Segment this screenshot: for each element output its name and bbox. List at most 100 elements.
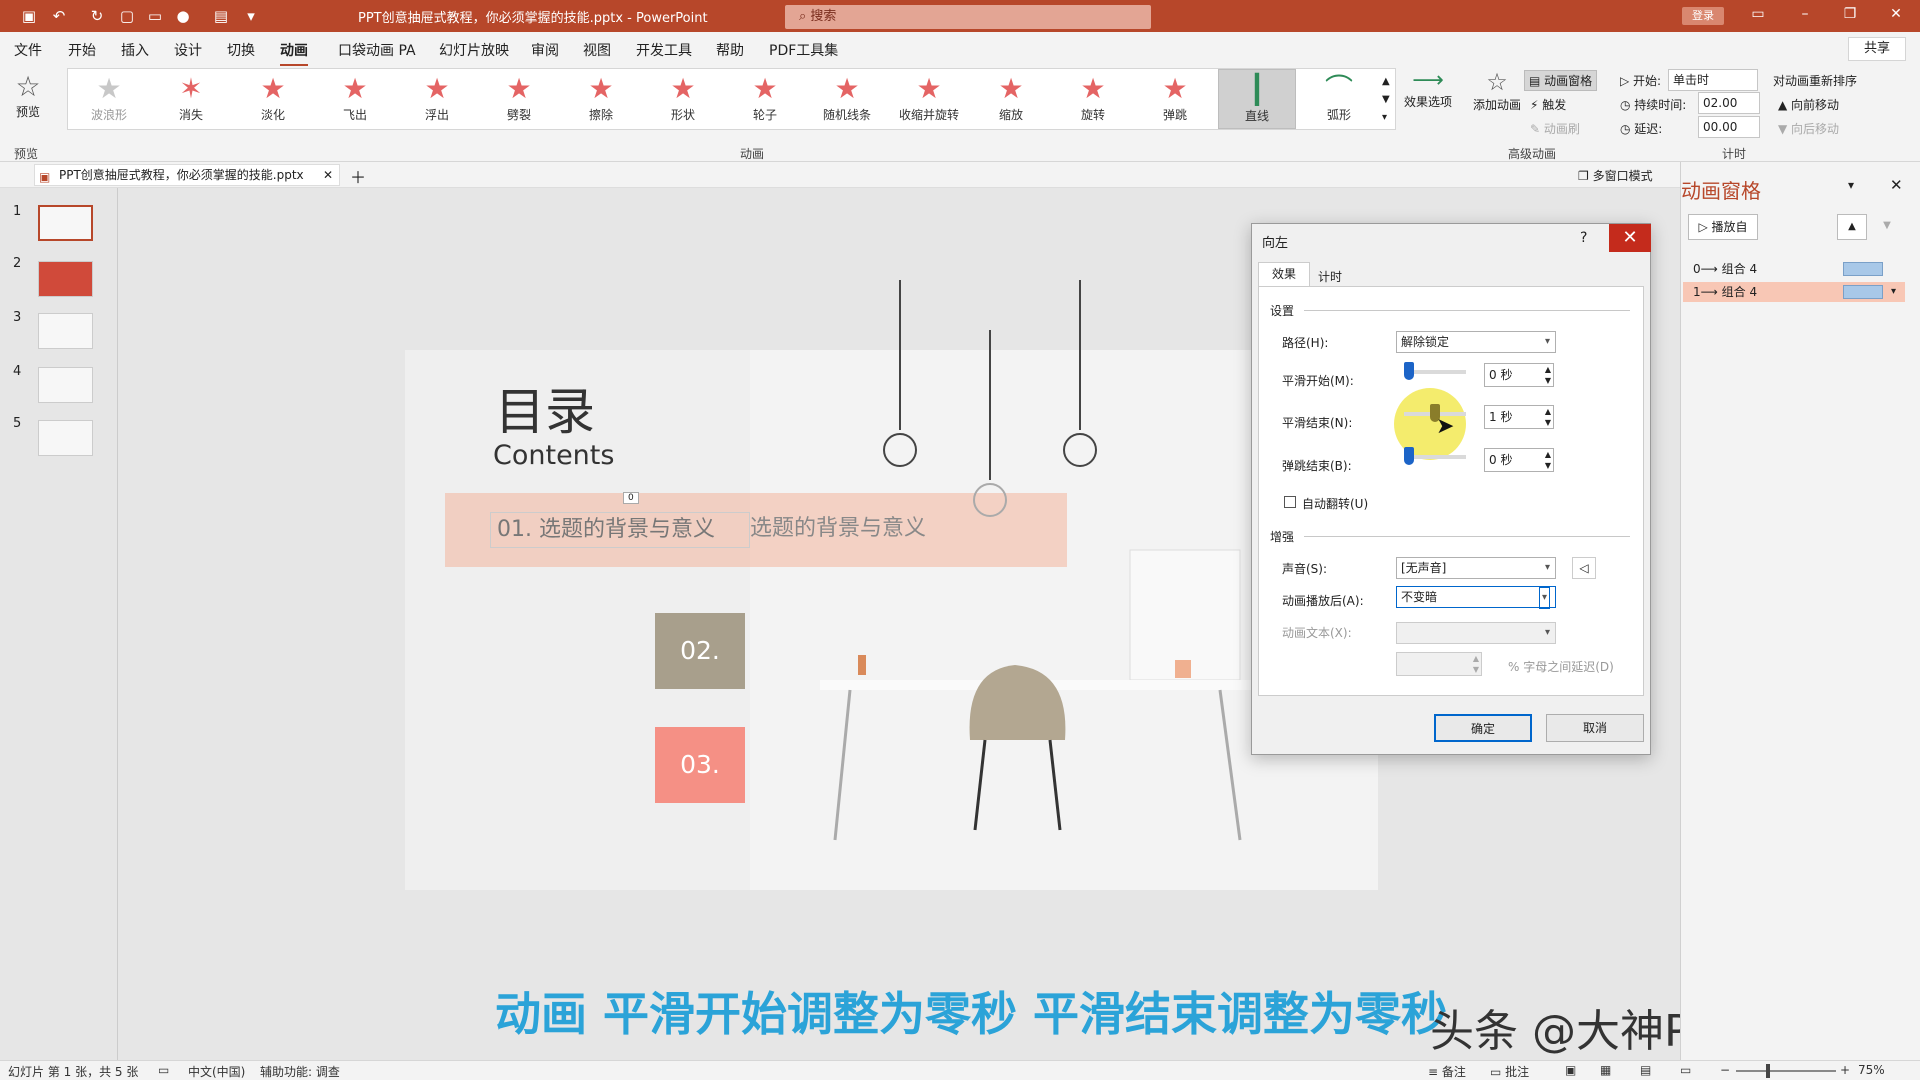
spell-check-icon[interactable]: ▭ <box>158 1063 169 1077</box>
add-animation-button[interactable]: ☆ 添加动画 <box>1472 68 1522 113</box>
effect-split[interactable]: ★ 劈裂 <box>480 69 558 129</box>
trigger-button[interactable]: ⚡ 触发 <box>1530 96 1566 113</box>
pane-close-icon[interactable]: ✕ <box>1890 176 1903 194</box>
ribbon-display-icon[interactable]: ▭ <box>1748 6 1768 22</box>
spinner-icon[interactable]: ▲ ▼ <box>1545 449 1551 471</box>
effect-line[interactable]: ┃ 直线 <box>1218 69 1296 129</box>
smooth-end-input[interactable]: 1 秒 ▲ ▼ <box>1484 405 1554 429</box>
smooth-start-input[interactable]: 0 秒 ▲ ▼ <box>1484 363 1554 387</box>
tab-transitions[interactable]: 切换 <box>227 40 255 60</box>
slide-thumbnail-4[interactable] <box>38 367 93 403</box>
sound-select[interactable]: [无声音] ▾ <box>1396 557 1556 579</box>
cancel-button[interactable]: 取消 <box>1546 714 1644 742</box>
spinner-icon[interactable]: ▲ ▼ <box>1545 406 1551 428</box>
effect-wheel[interactable]: ★ 轮子 <box>726 69 804 129</box>
zoom-level[interactable]: 75% <box>1858 1063 1885 1077</box>
effect-fade[interactable]: ★ 淡化 <box>234 69 312 129</box>
animate-text-select[interactable]: ▾ <box>1396 622 1556 644</box>
slide-thumbnail-1[interactable] <box>38 205 93 241</box>
share-button[interactable]: 共享 <box>1848 37 1906 61</box>
new-file-icon[interactable]: ▢ <box>118 7 136 25</box>
notes-button[interactable]: ≡ 备注 <box>1428 1063 1466 1080</box>
accessibility-status[interactable]: 辅助功能: 调查 <box>260 1063 340 1080</box>
effect-random-bars[interactable]: ★ 随机线条 <box>808 69 886 129</box>
multi-window-button[interactable]: ❐ 多窗口模式 <box>1578 167 1653 184</box>
animation-pane-button[interactable]: ▤ 动画窗格 <box>1524 70 1598 91</box>
auto-reverse-checkbox[interactable] <box>1284 496 1296 508</box>
delay-input[interactable]: 00.00 <box>1698 116 1760 138</box>
auto-reverse-label[interactable]: 自动翻转(U) <box>1302 495 1368 512</box>
tab-view[interactable]: 视图 <box>583 40 611 60</box>
speaker-button[interactable]: ◁ <box>1572 557 1596 579</box>
zoom-slider-thumb[interactable] <box>1766 1064 1770 1078</box>
open-folder-icon[interactable]: ▭ <box>146 7 164 25</box>
tab-effect[interactable]: 效果 <box>1258 262 1310 286</box>
slide-thumbnail-2[interactable] <box>38 261 93 297</box>
slide-thumbnail-3[interactable] <box>38 313 93 349</box>
start-select[interactable]: 单击时 <box>1668 69 1758 91</box>
effect-zoom[interactable]: ★ 缩放 <box>972 69 1050 129</box>
after-animation-select[interactable]: 不变暗 ▾ <box>1396 586 1556 609</box>
close-window-icon[interactable]: ✕ <box>1886 6 1906 22</box>
tab-insert[interactable]: 插入 <box>121 40 149 60</box>
dialog-close-button[interactable]: ✕ <box>1609 224 1651 252</box>
present-icon[interactable]: ▤ <box>212 7 230 25</box>
animation-painter-button[interactable]: ✎ 动画刷 <box>1530 120 1580 137</box>
tab-review[interactable]: 审阅 <box>531 40 559 60</box>
tab-design[interactable]: 设计 <box>174 40 202 60</box>
bounce-end-thumb[interactable] <box>1404 447 1414 465</box>
tab-slideshow[interactable]: 幻灯片放映 <box>439 40 509 60</box>
ok-button[interactable]: 确定 <box>1434 714 1532 742</box>
zoom-out-icon[interactable]: − <box>1720 1063 1730 1077</box>
undo-icon[interactable]: ↶ <box>50 7 68 25</box>
tab-home[interactable]: 开始 <box>68 40 96 60</box>
tab-help[interactable]: 帮助 <box>716 40 744 60</box>
path-select[interactable]: 解除锁定 ▾ <box>1396 331 1556 353</box>
play-from-button[interactable]: ▷ 播放自 <box>1688 214 1758 240</box>
tab-timing[interactable]: 计时 <box>1318 268 1342 285</box>
move-down-button[interactable]: ▼ <box>1872 214 1902 240</box>
restore-icon[interactable]: ❐ <box>1840 6 1860 22</box>
item1-textbox[interactable]: 01. 选题的背景与意义 <box>490 512 750 548</box>
comments-button[interactable]: ▭ 批注 <box>1490 1063 1529 1080</box>
effect-fly-out[interactable]: ★ 飞出 <box>316 69 394 129</box>
tab-animations[interactable]: 动画 <box>280 40 308 67</box>
preview-button[interactable]: ☆ 预览 <box>8 70 48 140</box>
tab-pdf-tools[interactable]: PDF工具集 <box>769 40 838 60</box>
slide-canvas[interactable]: 目录 Contents 01. 选题的背景与意义 选题的背景与意义 0 02. … <box>405 280 1378 890</box>
customize-qat-icon[interactable]: ▾ <box>242 7 260 25</box>
pane-options-icon[interactable]: ▾ <box>1848 178 1854 192</box>
spinner-icon[interactable]: ▲ ▼ <box>1545 364 1551 386</box>
tab-pocket-animation[interactable]: 口袋动画 PA <box>338 40 416 60</box>
effect-float-out[interactable]: ★ 浮出 <box>398 69 476 129</box>
zoom-slider[interactable] <box>1736 1070 1836 1072</box>
effect-shape[interactable]: ★ 形状 <box>644 69 722 129</box>
close-tab-icon[interactable]: ✕ <box>323 165 333 185</box>
search-box[interactable]: ⌕ 搜索 <box>785 5 1151 29</box>
animation-item[interactable]: 0⟶ 组合 4 <box>1683 259 1905 279</box>
help-button[interactable]: ? <box>1580 230 1587 246</box>
item2-box[interactable]: 02. <box>655 613 745 689</box>
effect-shrink-turn[interactable]: ★ 收缩并旋转 <box>890 69 968 129</box>
effect-swivel[interactable]: ★ 旋转 <box>1054 69 1132 129</box>
smooth-start-thumb[interactable] <box>1404 362 1414 380</box>
slideshow-view-icon[interactable]: ▭ <box>1680 1063 1691 1077</box>
slide-thumbnail-5[interactable] <box>38 420 93 456</box>
normal-view-icon[interactable]: ▣ <box>1565 1063 1576 1077</box>
effect-wave[interactable]: ★ 波浪形 <box>70 69 148 129</box>
login-button[interactable]: 登录 <box>1682 7 1724 25</box>
tab-developer[interactable]: 开发工具 <box>636 40 692 60</box>
document-tab[interactable]: ▣ PPT创意抽屉式教程，你必须掌握的技能.pptx ✕ <box>34 164 340 186</box>
move-up-button[interactable]: ▲ <box>1837 214 1867 240</box>
animation-item-selected[interactable]: 1⟶ 组合 4 ▾ <box>1683 282 1905 302</box>
reading-view-icon[interactable]: ▤ <box>1640 1063 1651 1077</box>
record-icon[interactable]: ● <box>174 7 192 25</box>
tab-file[interactable]: 文件 <box>14 40 42 60</box>
zoom-in-icon[interactable]: + <box>1840 1063 1850 1077</box>
save-icon[interactable]: ▣ <box>20 7 38 25</box>
effect-options-button[interactable]: ⟶ 效果选项 <box>1400 68 1456 110</box>
bounce-end-input[interactable]: 0 秒 ▲ ▼ <box>1484 448 1554 472</box>
effect-disappear[interactable]: ✶ 消失 <box>152 69 230 129</box>
effect-bounce[interactable]: ★ 弹跳 <box>1136 69 1214 129</box>
duration-input[interactable]: 02.00 <box>1698 92 1760 114</box>
